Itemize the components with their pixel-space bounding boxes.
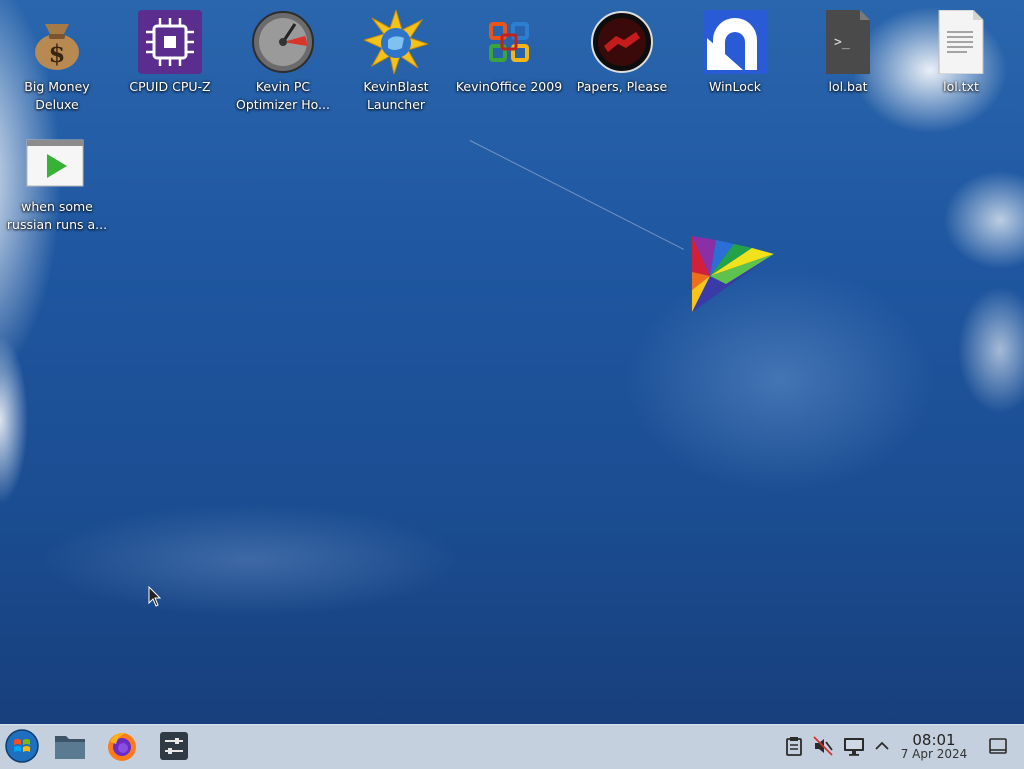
desktop-icon-papers-please[interactable]: Papers, Please: [567, 4, 677, 96]
office-logo-icon: [489, 22, 529, 62]
icon-label: Papers, Please: [576, 79, 668, 94]
money-bag-icon: $: [35, 24, 79, 70]
icon-label: Kevin PC Optimizer Ho...: [236, 79, 330, 112]
desktop-wallpaper: [0, 0, 1024, 724]
taskbar-firefox[interactable]: [104, 728, 140, 764]
sliders-icon: [160, 732, 188, 760]
icon-label: WinLock: [709, 79, 761, 94]
taskbar-system-settings[interactable]: [156, 728, 192, 764]
svg-text:$: $: [49, 39, 66, 68]
icon-label: lol.txt: [943, 79, 979, 94]
start-orb-icon: [5, 729, 39, 763]
monitor-icon: [844, 738, 864, 756]
text-file-icon: [938, 9, 984, 75]
desktop-icon-kevin-pc-optimizer[interactable]: Kevin PC Optimizer Ho...: [228, 4, 338, 114]
icon-label: when some russian runs a...: [6, 199, 108, 232]
desktop-icon-lol-bat[interactable]: >_ lol.bat: [793, 4, 903, 96]
show-desktop-button[interactable]: [986, 734, 1010, 758]
speedometer-icon: [252, 11, 314, 73]
tray-volume-muted[interactable]: [811, 734, 835, 758]
clipboard-icon: [786, 737, 802, 756]
kite-string: [469, 140, 685, 250]
tray-expand[interactable]: [870, 734, 894, 758]
start-button[interactable]: [4, 728, 40, 764]
desktop-icon-kevinoffice-2009[interactable]: KevinOffice 2009: [454, 4, 564, 96]
desktop-icon-winlock[interactable]: WinLock: [680, 4, 790, 96]
video-file-icon: [26, 139, 84, 187]
icon-label: lol.bat: [828, 79, 868, 94]
firefox-icon: [108, 732, 136, 761]
papers-please-seal-icon: [591, 11, 653, 73]
tray-clipboard[interactable]: [782, 734, 806, 758]
folder-icon: [55, 736, 85, 759]
speaker-muted-icon: [813, 736, 833, 756]
mouse-cursor: [148, 586, 162, 607]
desktop-icon-kevinblast-launcher[interactable]: KevinBlast Launcher: [341, 4, 451, 114]
tray-display[interactable]: [842, 734, 866, 758]
desktop-icon-russian-video[interactable]: when some russian runs a...: [2, 124, 112, 234]
desktop-icon-cpu-z[interactable]: CPUID CPU-Z: [115, 4, 225, 96]
kite-image: [692, 236, 774, 312]
chevron-up-icon: [875, 741, 889, 750]
taskbar-file-manager[interactable]: [52, 728, 88, 764]
cpu-chip-icon: [138, 10, 202, 74]
icon-label: CPUID CPU-Z: [129, 79, 211, 94]
icon-label: Big Money Deluxe: [24, 79, 90, 112]
svg-text:>_: >_: [834, 35, 850, 50]
show-desktop-icon: [989, 738, 1007, 754]
terminal-script-icon: >_: [826, 10, 870, 74]
icon-label: KevinOffice 2009: [455, 79, 563, 94]
clock-date[interactable]: 7 Apr 2024: [896, 747, 972, 761]
winlock-icon: [703, 10, 767, 74]
starburst-globe-icon: [362, 8, 430, 76]
icon-label: KevinBlast Launcher: [363, 79, 429, 112]
desktop-icon-lol-txt[interactable]: lol.txt: [906, 4, 1016, 96]
desktop-icon-big-money-deluxe[interactable]: $ Big Money Deluxe: [2, 4, 112, 114]
